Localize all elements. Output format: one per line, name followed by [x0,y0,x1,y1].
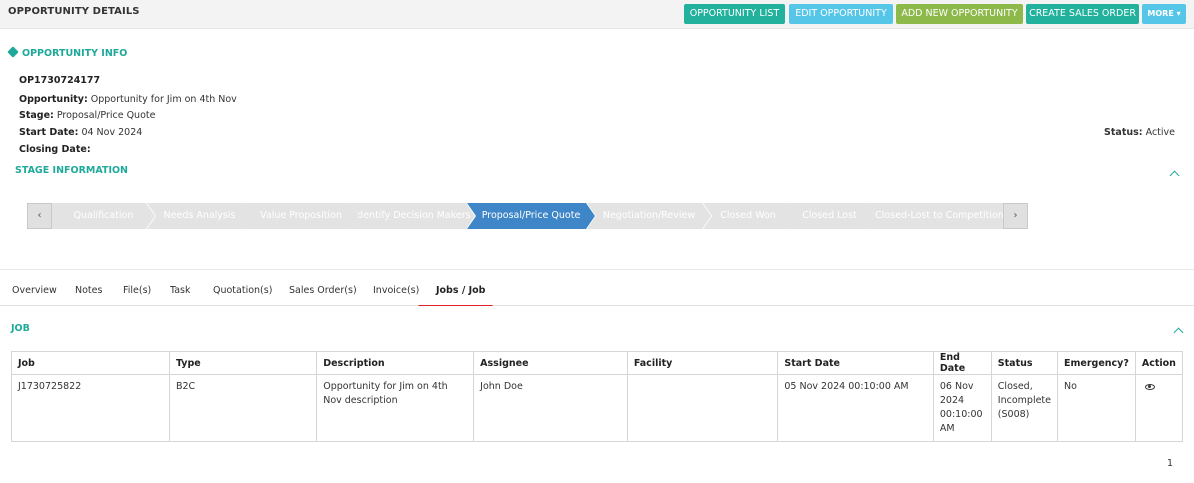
cell-job: J1730725822 [11,374,170,442]
tab-sales-orders[interactable]: Sales Order(s) [289,285,357,296]
tab-quotations[interactable]: Quotation(s) [213,285,272,296]
column-header-status[interactable]: Status [990,351,1059,375]
column-header-end-date[interactable]: End Date [932,351,992,375]
tab-invoices[interactable]: Invoice(s) [373,285,419,296]
column-header-description[interactable]: Description [316,351,475,375]
start-date-label: Start Date: [19,127,79,138]
column-header-emergency[interactable]: Emergency? [1057,351,1136,375]
detail-tabs: Overview Notes File(s) Task Quotation(s)… [0,269,1194,308]
start-date-value: 04 Nov 2024 [78,127,143,138]
stage-next-button[interactable]: › [1003,203,1028,229]
closing-date-label: Closing Date: [19,144,91,155]
pagination-page-1[interactable]: 1 [1167,458,1173,469]
cell-description: Opportunity for Jim on 4th Nov descripti… [316,374,475,442]
edit-opportunity-button[interactable]: EDIT OPPORTUNITY [789,4,893,24]
table-header-row: Job Type Description Assignee Facility S… [11,351,1184,375]
opportunity-info-heading: OPPORTUNITY INFO [7,46,128,59]
stage-closed-won[interactable]: Closed Won [703,203,793,229]
tab-jobs[interactable]: Jobs / Job [436,285,485,296]
job-section-title: JOB [11,323,30,334]
tab-overview[interactable]: Overview [12,285,57,296]
cell-action [1134,374,1184,442]
opportunity-info-title: OPPORTUNITY INFO [22,48,128,59]
add-new-opportunity-button[interactable]: ADD NEW OPPORTUNITY [896,4,1023,24]
column-header-type[interactable]: Type [168,351,318,375]
tab-task[interactable]: Task [170,285,191,296]
stage-value-proposition[interactable]: Value Proposition [243,203,359,229]
opportunity-id: OP1730724177 [19,75,101,86]
cell-end-date: 06 Nov 2024 00:10:00 AM [932,374,992,442]
closing-date-field: Closing Date: [19,144,91,155]
column-header-action: Action [1134,351,1184,375]
cell-start-date: 05 Nov 2024 00:10:00 AM [777,374,934,442]
cell-facility [626,374,779,442]
header-bar: OPPORTUNITY DETAILS OPPORTUNITY LIST EDI… [0,0,1194,29]
tab-files[interactable]: File(s) [123,285,151,296]
cell-type: B2C [168,374,318,442]
cell-status: Closed, Incomplete (S008) [990,374,1059,442]
column-header-facility[interactable]: Facility [626,351,779,375]
stage-closed-lost[interactable]: Closed Lost [784,203,875,229]
stage-label: Stage: [19,110,54,121]
start-date-field: Start Date: 04 Nov 2024 [19,127,142,138]
stage-value: Proposal/Price Quote [53,110,156,121]
stage-pipeline: ‹ Qualification Needs Analysis Value Pro… [27,203,1028,229]
more-dropdown-button[interactable]: MORE ▾ [1142,4,1186,24]
create-sales-order-button[interactable]: CREATE SALES ORDER [1026,4,1139,24]
page-title: OPPORTUNITY DETAILS [8,6,140,17]
opportunity-info-panel [0,29,1194,269]
cell-assignee: John Doe [473,374,628,442]
status-label: Status: [1104,127,1143,138]
cell-emergency: No [1057,374,1136,442]
opportunity-label: Opportunity: [19,94,88,105]
status-field: Status: Active [1104,127,1175,138]
column-header-start-date[interactable]: Start Date [777,351,934,375]
column-header-job[interactable]: Job [11,351,170,375]
stage-prev-button[interactable]: ‹ [27,203,52,229]
table-row: J1730725822 B2C Opportunity for Jim on 4… [11,374,1184,442]
status-value: Active [1142,127,1175,138]
stage-qualification[interactable]: Qualification [52,203,155,229]
stage-closed-lost-to-competition[interactable]: Closed-Lost to Competition [866,203,1013,229]
view-eye-icon[interactable] [1144,384,1155,390]
jobs-table: Job Type Description Assignee Facility S… [11,351,1184,442]
opportunity-value: Opportunity for Jim on 4th Nov [87,94,237,105]
stage-field: Stage: Proposal/Price Quote [19,110,155,121]
tab-notes[interactable]: Notes [75,285,102,296]
tag-icon [7,46,19,58]
stage-needs-analysis[interactable]: Needs Analysis [147,203,252,229]
opportunity-field: Opportunity: Opportunity for Jim on 4th … [19,94,237,105]
stage-identify-decision-makers[interactable]: Identify Decision Makers [350,203,475,229]
stage-proposal-price-quote[interactable]: Proposal/Price Quote [467,203,595,229]
column-header-assignee[interactable]: Assignee [473,351,628,375]
stage-negotiation-review[interactable]: Negotiation/Review [587,203,711,229]
opportunity-list-button[interactable]: OPPORTUNITY LIST [684,4,785,24]
stage-information-title: STAGE INFORMATION [15,165,129,176]
